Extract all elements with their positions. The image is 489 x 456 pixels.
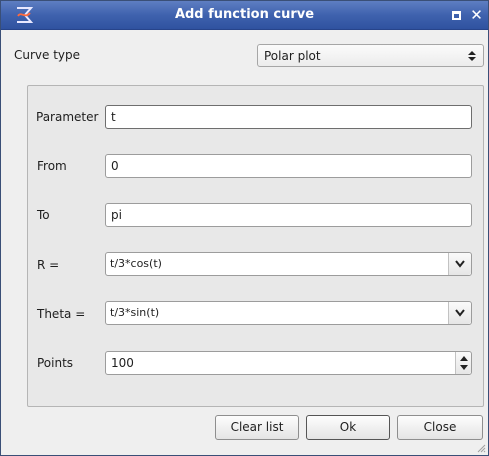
points-value: 100 bbox=[111, 356, 134, 370]
clear-list-button[interactable]: Clear list bbox=[215, 415, 299, 440]
from-input[interactable]: 0 bbox=[105, 154, 472, 178]
ok-button[interactable]: Ok bbox=[306, 415, 390, 440]
close-icon[interactable]: ✕ bbox=[468, 7, 485, 24]
updown-arrow-icon bbox=[468, 51, 476, 61]
parameter-value: t bbox=[111, 110, 116, 124]
to-input[interactable]: pi bbox=[105, 203, 472, 227]
maximize-icon[interactable] bbox=[448, 7, 465, 24]
theta-expression-combo[interactable]: t/3*sin(t) bbox=[105, 301, 472, 325]
points-spin-buttons[interactable] bbox=[455, 352, 471, 374]
parameter-input[interactable]: t bbox=[105, 105, 472, 129]
r-expression-combo[interactable]: t/3*cos(t) bbox=[105, 252, 472, 276]
r-value: t/3*cos(t) bbox=[110, 257, 162, 270]
close-button[interactable]: Close bbox=[397, 415, 483, 440]
spin-arrows-icon bbox=[460, 356, 468, 370]
to-value: pi bbox=[111, 208, 122, 222]
theta-label: Theta = bbox=[37, 307, 86, 321]
to-label: To bbox=[37, 208, 50, 222]
points-spinbox[interactable]: 100 bbox=[105, 351, 472, 375]
theta-value: t/3*sin(t) bbox=[110, 306, 160, 319]
add-function-curve-dialog: Add function curve ✕ Curve type Polar pl… bbox=[0, 0, 489, 456]
window-title: Add function curve bbox=[174, 7, 315, 22]
from-value: 0 bbox=[111, 159, 119, 173]
resize-grip-icon[interactable] bbox=[476, 443, 486, 453]
chevron-down-icon bbox=[455, 309, 465, 317]
curve-type-value: Polar plot bbox=[264, 49, 321, 63]
curve-type-select[interactable]: Polar plot bbox=[257, 44, 484, 67]
theta-dropdown-button[interactable] bbox=[448, 302, 471, 324]
parameter-label: Parameter bbox=[36, 110, 99, 124]
curve-type-label: Curve type bbox=[14, 48, 81, 62]
title-bar[interactable]: Add function curve ✕ bbox=[1, 1, 488, 30]
r-dropdown-button[interactable] bbox=[448, 253, 471, 275]
chevron-down-icon bbox=[455, 260, 465, 268]
r-label: R = bbox=[37, 258, 60, 272]
from-label: From bbox=[37, 159, 67, 173]
points-label: Points bbox=[37, 356, 74, 370]
